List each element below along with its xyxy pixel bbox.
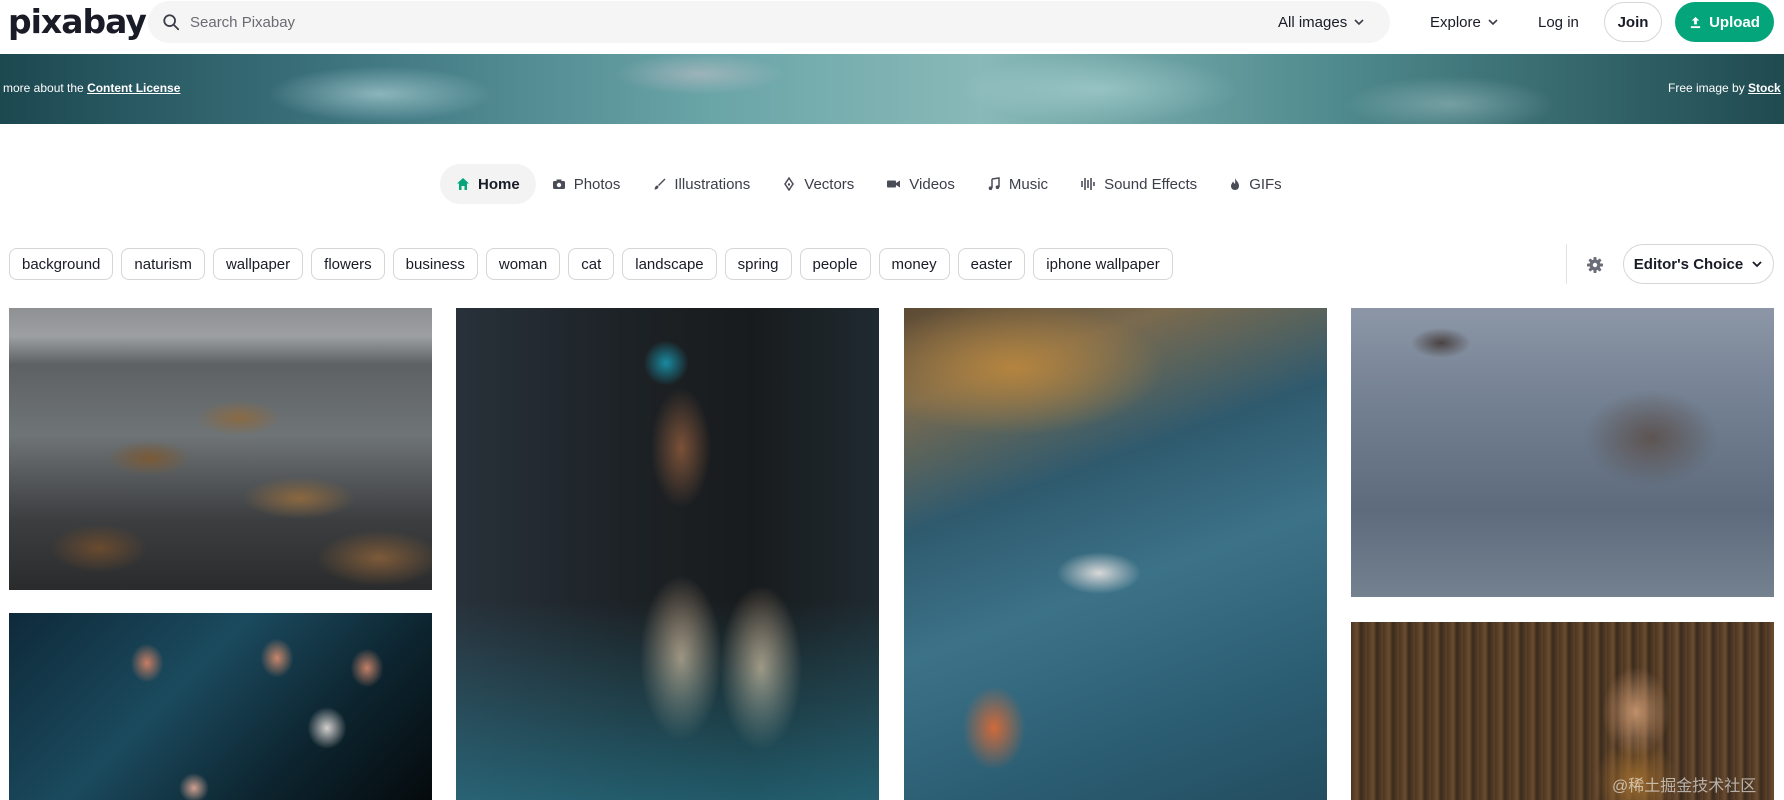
tag-chip[interactable]: wallpaper bbox=[212, 248, 304, 280]
vintage-car-photo[interactable] bbox=[904, 308, 1327, 800]
top-header: pixabay All images Explore Log in Join U… bbox=[0, 0, 1784, 48]
gear-icon[interactable] bbox=[1584, 254, 1606, 276]
tab-illustrations[interactable]: Illustrations bbox=[636, 164, 766, 204]
login-link[interactable]: Log in bbox=[1538, 1, 1579, 43]
chevron-down-icon bbox=[1752, 261, 1762, 268]
sort-label: Editor's Choice bbox=[1633, 255, 1744, 273]
search-icon bbox=[163, 14, 180, 31]
sound-wave-icon bbox=[1081, 178, 1095, 190]
search-bar[interactable]: All images bbox=[148, 1, 1390, 43]
video-icon bbox=[887, 180, 901, 188]
music-note-icon bbox=[988, 177, 1000, 190]
content-license-link[interactable]: Content License bbox=[87, 81, 180, 95]
tag-chip[interactable]: money bbox=[878, 248, 950, 280]
explore-label: Explore bbox=[1430, 13, 1481, 31]
toolbar-divider bbox=[1566, 244, 1567, 284]
tag-chip[interactable]: people bbox=[799, 248, 871, 280]
chevron-down-icon bbox=[1488, 19, 1498, 26]
tab-music[interactable]: Music bbox=[971, 164, 1064, 204]
join-button[interactable]: Join bbox=[1604, 2, 1662, 42]
media-type-tabs: Home Photos Illustrations Vectors Videos bbox=[440, 164, 1298, 204]
tag-chip[interactable]: easter bbox=[957, 248, 1026, 280]
upload-label: Upload bbox=[1709, 13, 1760, 31]
tag-chip[interactable]: iphone wallpaper bbox=[1033, 248, 1173, 280]
home-icon bbox=[457, 178, 469, 190]
tag-chip[interactable]: woman bbox=[485, 248, 561, 280]
tag-chip[interactable]: flowers bbox=[311, 248, 385, 280]
tab-videos[interactable]: Videos bbox=[870, 164, 971, 204]
tag-chip[interactable]: naturism bbox=[121, 248, 205, 280]
tab-sound-effects[interactable]: Sound Effects bbox=[1064, 164, 1213, 204]
image-type-label: All images bbox=[1278, 13, 1348, 31]
upload-button[interactable]: Upload bbox=[1675, 2, 1774, 42]
hippo-water-photo[interactable] bbox=[1351, 308, 1774, 597]
sort-select[interactable]: Editor's Choice bbox=[1623, 244, 1774, 284]
tab-gifs[interactable]: GIFs bbox=[1213, 164, 1298, 204]
author-link[interactable]: Stock bbox=[1748, 81, 1781, 95]
camera-icon bbox=[552, 179, 565, 189]
chevron-down-icon bbox=[1354, 19, 1364, 26]
upload-icon bbox=[1690, 16, 1701, 28]
banner-credit-text: Free image by Stock bbox=[1668, 81, 1781, 95]
banner-license-text: more about the Content License bbox=[3, 81, 181, 95]
tag-chip[interactable]: cat bbox=[568, 248, 615, 280]
explore-menu[interactable]: Explore bbox=[1430, 1, 1499, 43]
tab-vectors[interactable]: Vectors bbox=[766, 164, 870, 204]
rocks-sea-photo[interactable] bbox=[9, 308, 432, 590]
sneakers-hand-photo[interactable] bbox=[456, 308, 879, 800]
flame-icon bbox=[1231, 178, 1240, 190]
pixabay-logo[interactable]: pixabay bbox=[8, 2, 147, 42]
pen-nib-icon bbox=[784, 177, 795, 191]
image-type-select[interactable]: All images bbox=[1278, 1, 1365, 43]
tab-photos[interactable]: Photos bbox=[536, 164, 637, 204]
tag-chip[interactable]: background bbox=[9, 248, 114, 280]
hero-banner: more about the Content License Free imag… bbox=[0, 54, 1784, 124]
tab-home[interactable]: Home bbox=[440, 164, 536, 204]
tag-chip-row: background naturism wallpaper flowers bu… bbox=[9, 248, 1173, 280]
tag-chip[interactable]: business bbox=[392, 248, 478, 280]
brush-icon bbox=[654, 178, 666, 190]
watermark-text: @稀土掘金技术社区 bbox=[1612, 778, 1757, 795]
jellyfish-photo[interactable] bbox=[9, 613, 432, 800]
search-input[interactable] bbox=[188, 1, 1208, 43]
tag-chip[interactable]: landscape bbox=[622, 248, 717, 280]
tag-chip[interactable]: spring bbox=[724, 248, 792, 280]
